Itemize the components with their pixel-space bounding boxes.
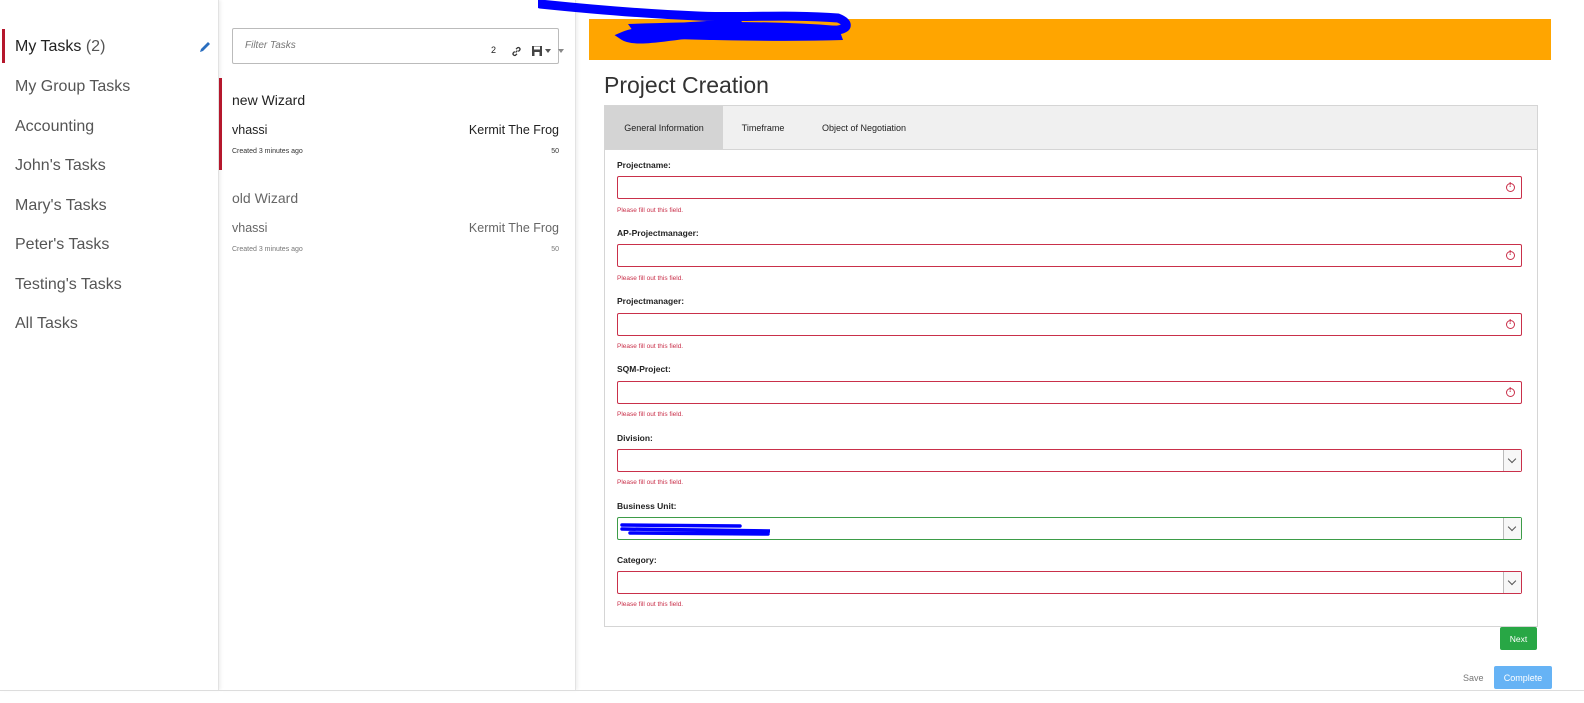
task-priority: 50	[551, 148, 559, 155]
tab-bar: General Information Timeframe Object of …	[605, 106, 1537, 150]
task-priority: 50	[551, 246, 559, 253]
filter-peters-tasks[interactable]: Peter's Tasks	[15, 236, 109, 254]
filter-testings-tasks[interactable]: Testing's Tasks	[15, 276, 122, 294]
projectmanager-label: Projectmanager:	[617, 296, 685, 306]
sqm-project-error: Please fill out this field.	[617, 411, 684, 418]
task-owner: vhassi	[232, 221, 268, 235]
error-icon	[1506, 319, 1515, 329]
error-icon	[1506, 250, 1515, 260]
category-error: Please fill out this field.	[617, 601, 684, 608]
tab-object-of-negotiation[interactable]: Object of Negotiation	[803, 106, 925, 149]
business-unit-label: Business Unit:	[617, 501, 677, 511]
ap-projectmanager-input[interactable]	[617, 244, 1522, 267]
task-assignee: Kermit The Frog	[468, 221, 559, 235]
filter-marys-tasks[interactable]: Mary's Tasks	[15, 197, 107, 215]
task-assignee: Kermit The Frog	[468, 123, 559, 137]
result-count: 2	[491, 45, 497, 55]
filter-my-group-tasks[interactable]: My Group Tasks	[15, 78, 130, 96]
tab-timeframe[interactable]: Timeframe	[723, 106, 803, 149]
category-select[interactable]	[617, 571, 1522, 594]
save-button[interactable]: Save	[1463, 673, 1484, 683]
pencil-icon[interactable]	[198, 40, 212, 54]
filter-count: (2)	[85, 38, 106, 55]
complete-button[interactable]: Complete	[1494, 666, 1552, 689]
divider	[0, 690, 1584, 691]
task-created: Created 3 minutes ago	[232, 246, 303, 253]
active-filter-marker	[2, 29, 5, 63]
chevron-down-icon	[1503, 518, 1521, 539]
tab-general-information[interactable]: General Information	[605, 106, 723, 149]
chevron-down-icon	[1503, 572, 1521, 593]
filter-label: My Tasks	[15, 38, 82, 55]
category-label: Category:	[617, 555, 657, 565]
projectname-label: Projectname:	[617, 160, 671, 170]
page-title: Project Creation	[604, 72, 769, 98]
error-icon	[1506, 387, 1515, 397]
link-icon[interactable]	[511, 46, 522, 57]
task-item-old-wizard[interactable]: old Wizard vhassi Kermit The Frog Create…	[219, 176, 575, 268]
task-list-panel: 2 new Wizard vhassi Kermit The Frog Crea…	[219, 0, 576, 690]
filter-all-tasks[interactable]: All Tasks	[15, 315, 78, 333]
ap-projectmanager-label: AP-Projectmanager:	[617, 228, 699, 238]
task-name: old Wizard	[232, 190, 299, 206]
next-button[interactable]: Next	[1500, 627, 1537, 650]
projectmanager-error: Please fill out this field.	[617, 343, 684, 350]
filter-tasks-input[interactable]	[233, 29, 475, 61]
filter-johns-tasks[interactable]: John's Tasks	[15, 157, 106, 175]
ap-projectmanager-error: Please fill out this field.	[617, 275, 684, 282]
business-unit-select[interactable]	[617, 517, 1522, 540]
division-label: Division:	[617, 433, 653, 443]
error-icon	[1506, 182, 1515, 192]
projectname-error: Please fill out this field.	[617, 207, 684, 214]
task-name: new Wizard	[232, 92, 306, 108]
filter-sidebar: My Tasks (2) My Group Tasks Accounting J…	[0, 0, 219, 690]
task-created: Created 3 minutes ago	[232, 148, 303, 155]
chevron-down-icon	[1503, 450, 1521, 471]
form-panel: General Information Timeframe Object of …	[604, 105, 1538, 627]
redaction-scribble	[620, 523, 770, 536]
sqm-project-label: SQM-Project:	[617, 364, 671, 374]
projectmanager-input[interactable]	[617, 313, 1522, 336]
sqm-project-input[interactable]	[617, 381, 1522, 404]
division-error: Please fill out this field.	[617, 479, 684, 486]
task-owner: vhassi	[232, 123, 268, 137]
filter-my-tasks[interactable]: My Tasks (2)	[15, 38, 105, 56]
division-select[interactable]	[617, 449, 1522, 472]
filter-tasks-box: 2	[232, 28, 564, 64]
projectname-input[interactable]	[617, 176, 1522, 199]
redaction-scribble	[538, 0, 851, 44]
filter-accounting[interactable]: Accounting	[15, 118, 94, 136]
task-item-new-wizard[interactable]: new Wizard vhassi Kermit The Frog Create…	[219, 78, 575, 170]
